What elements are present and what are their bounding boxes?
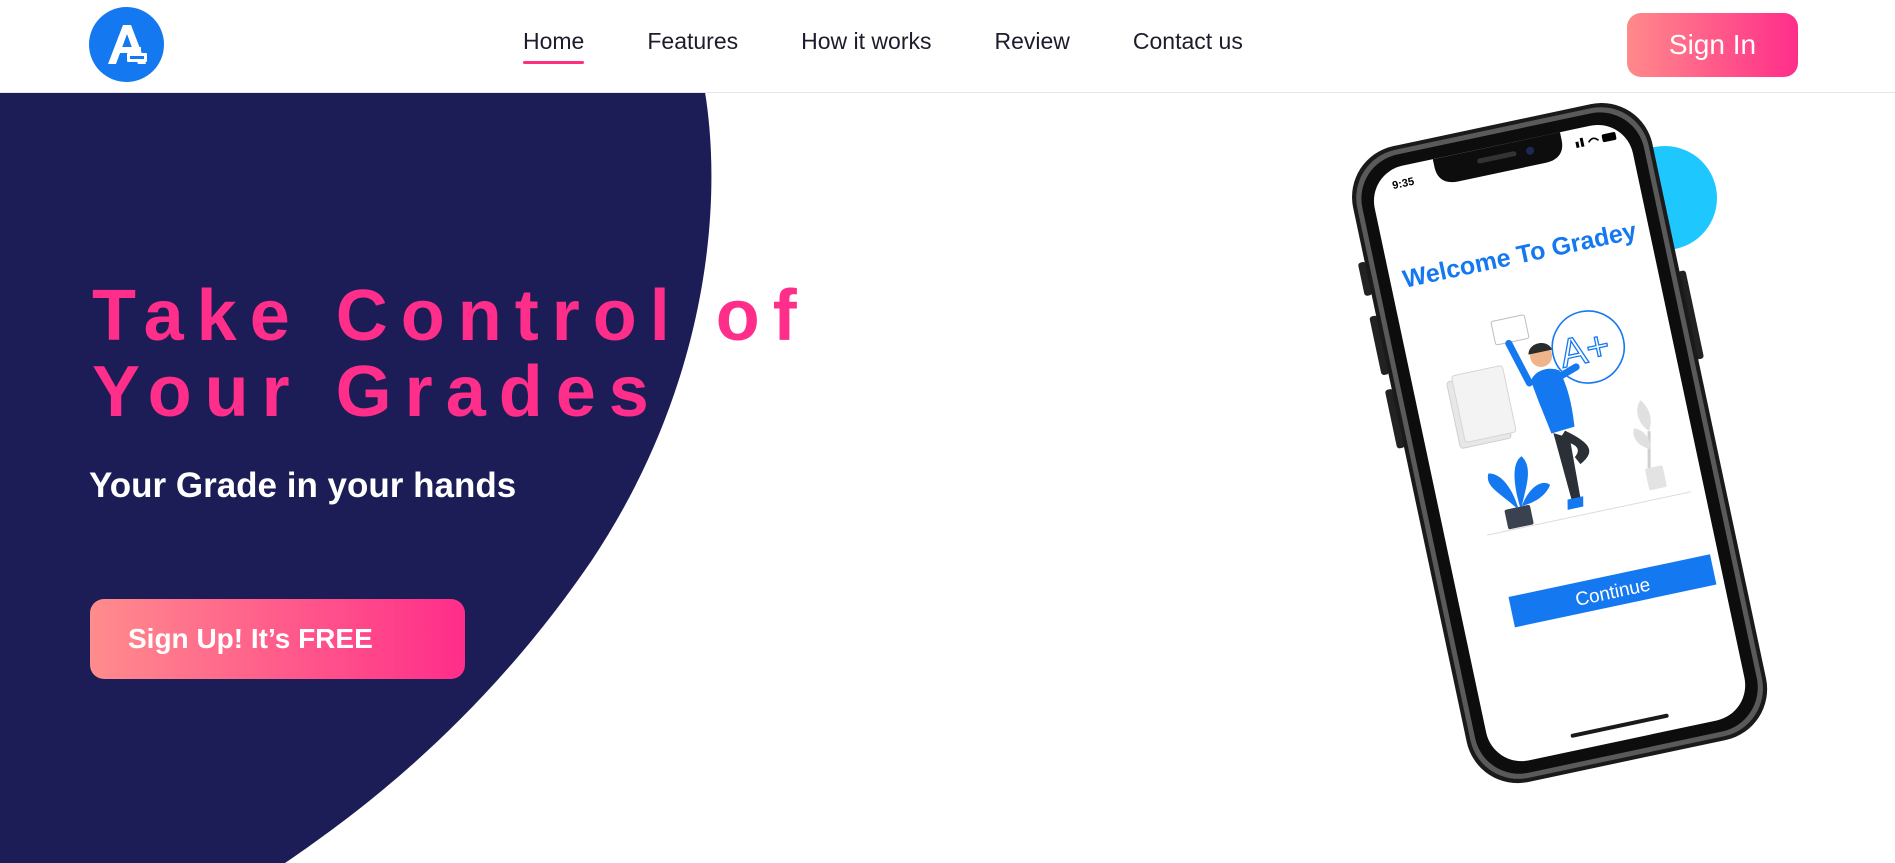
nav-how-it-works[interactable]: How it works — [801, 28, 931, 55]
nav-home[interactable]: Home — [523, 28, 585, 64]
nav-contact-us[interactable]: Contact us — [1133, 28, 1243, 55]
main-nav: Home Features How it works Review Contac… — [523, 28, 1243, 64]
nav-features[interactable]: Features — [647, 28, 738, 55]
brand-logo[interactable] — [89, 7, 164, 82]
logo-icon — [108, 25, 147, 64]
phone-mockup: 9:35 Welcome To Gradey A+ Continue — [1352, 103, 1768, 784]
nav-review[interactable]: Review — [994, 28, 1069, 55]
sign-in-button[interactable]: Sign In — [1627, 13, 1798, 77]
top-navbar: Home Features How it works Review Contac… — [0, 0, 1895, 93]
